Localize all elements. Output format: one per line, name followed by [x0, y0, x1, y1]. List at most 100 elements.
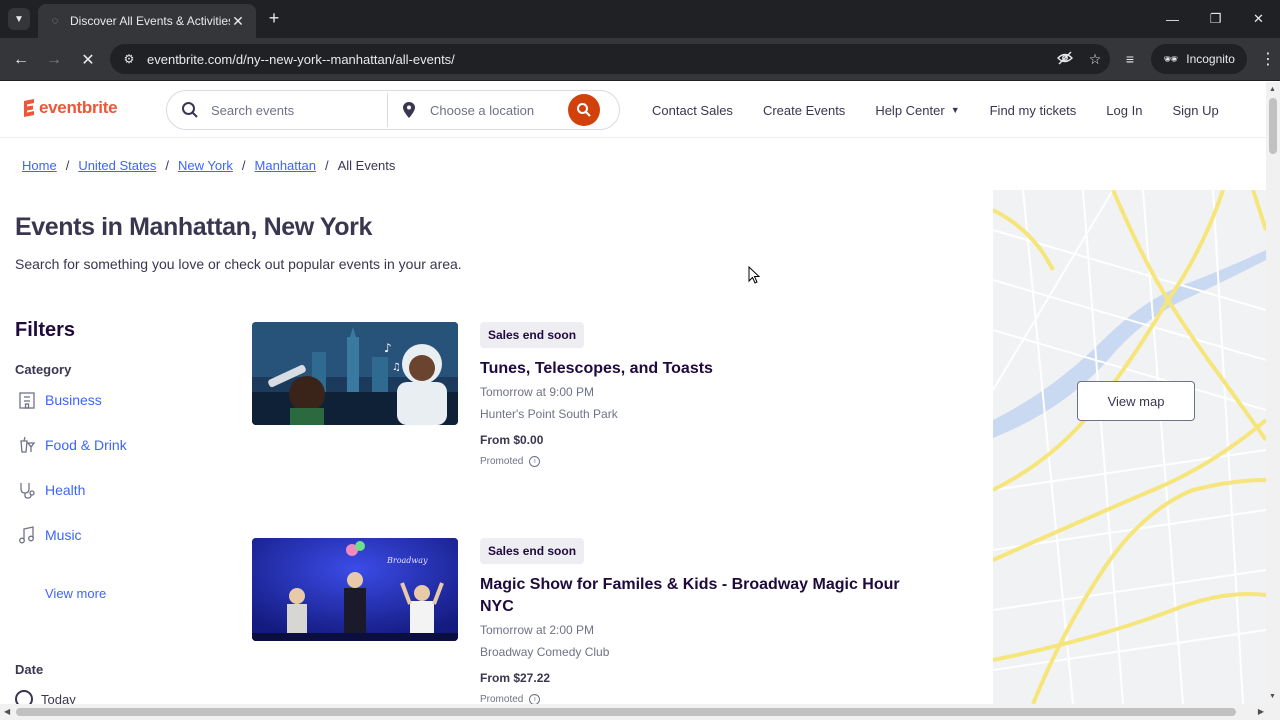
breadcrumb-new-york[interactable]: New York — [178, 158, 233, 173]
incognito-icon: 🕶 — [1163, 52, 1179, 66]
page-subtitle: Search for something you love or check o… — [15, 256, 462, 272]
browser-tab-bar: ▼ ◌ Discover All Events & Activities ✕ +… — [0, 0, 1280, 38]
log-in-link[interactable]: Log In — [1106, 103, 1142, 118]
svg-text:♪: ♪ — [384, 341, 392, 355]
scroll-down-icon[interactable]: ▼ — [1269, 693, 1276, 700]
category-health[interactable]: Health — [17, 480, 85, 500]
map-panel[interactable]: View map — [993, 190, 1266, 704]
breadcrumb-separator: / — [65, 158, 70, 173]
browser-menu-icon[interactable]: ⋮ — [1253, 49, 1280, 69]
page-horizontal-scrollbar[interactable]: ◀ ▶ — [0, 704, 1280, 720]
event-title[interactable]: Tunes, Telescopes, and Toasts — [480, 358, 920, 380]
tab-title: Discover All Events & Activities — [70, 14, 230, 28]
breadcrumb-separator: / — [165, 158, 169, 173]
breadcrumb-separator: / — [324, 158, 329, 173]
view-map-button[interactable]: View map — [1077, 381, 1195, 421]
scroll-up-icon[interactable]: ▲ — [1269, 86, 1276, 93]
info-icon[interactable]: i — [529, 456, 541, 467]
help-center-menu[interactable]: Help Center ▼ — [875, 103, 959, 118]
back-icon[interactable]: ← — [10, 49, 32, 71]
category-music[interactable]: Music — [17, 525, 82, 545]
food-drink-icon — [20, 436, 36, 453]
event-image-magic-show-photo: Broadway — [252, 538, 458, 641]
event-image-telescope-illustration: ♪ ♫ — [252, 322, 458, 425]
event-venue: Hunter's Point South Park — [480, 407, 618, 421]
sign-up-link[interactable]: Sign Up — [1172, 103, 1218, 118]
breadcrumb: Home / United States / New York / Manhat… — [22, 158, 395, 173]
new-tab-icon[interactable]: + — [264, 8, 284, 28]
scrollbar-thumb[interactable] — [1269, 98, 1277, 154]
category-business[interactable]: Business — [17, 390, 102, 410]
forward-icon[interactable]: → — [43, 49, 65, 71]
event-image[interactable]: Broadway — [252, 538, 458, 641]
promoted-label: Promoted i — [480, 456, 920, 467]
contact-sales-link[interactable]: Contact Sales — [652, 103, 733, 118]
event-price: From $27.22 — [480, 671, 551, 685]
view-more-categories-link[interactable]: View more — [45, 586, 106, 601]
sales-end-soon-badge: Sales end soon — [480, 322, 585, 348]
search-bar — [166, 90, 620, 130]
eventbrite-logo[interactable]: eventbrite — [22, 98, 118, 118]
location-input[interactable] — [430, 102, 564, 118]
breadcrumb-home[interactable]: Home — [22, 158, 57, 173]
search-icon — [182, 102, 198, 118]
map-background — [993, 190, 1266, 704]
create-events-link[interactable]: Create Events — [763, 103, 845, 118]
svg-text:♫: ♫ — [392, 362, 401, 373]
site-info-icon[interactable]: ⚙ — [120, 52, 138, 66]
tab-close-icon[interactable]: ✕ — [230, 13, 246, 30]
chevron-down-icon: ▼ — [950, 105, 960, 115]
breadcrumb-current: All Events — [337, 158, 396, 173]
tab-search-icon[interactable]: ▼ — [8, 8, 30, 30]
event-card[interactable]: ♪ ♫ Sales end soon Tunes, Telescopes, an… — [252, 322, 932, 512]
scroll-right-icon[interactable]: ▶ — [1258, 707, 1264, 716]
url-text[interactable]: eventbrite.com/d/ny--new-york--manhattan… — [147, 52, 1050, 67]
search-divider — [387, 93, 388, 127]
category-label-food-drink: Food & Drink — [45, 437, 127, 453]
category-label-health: Health — [45, 482, 86, 498]
browser-toolbar: ← → ✕ ⚙ eventbrite.com/d/ny--new-york--m… — [0, 38, 1280, 81]
incognito-label: Incognito — [1186, 52, 1235, 66]
media-playlist-icon[interactable]: ≡ — [1115, 51, 1145, 67]
breadcrumb-manhattan[interactable]: Manhattan — [255, 158, 316, 173]
stethoscope-icon — [20, 483, 35, 499]
window-controls: — ❐ ✕ — [1151, 0, 1280, 38]
event-date: Tomorrow at 9:00 PM — [480, 385, 595, 399]
event-card[interactable]: Broadway Sales end soon Magic Show for F… — [252, 538, 932, 728]
event-image[interactable]: ♪ ♫ — [252, 322, 458, 425]
svg-text:Broadway: Broadway — [386, 556, 428, 565]
help-center-label: Help Center — [875, 102, 945, 118]
event-venue: Broadway Comedy Club — [480, 645, 610, 659]
breadcrumb-united-states[interactable]: United States — [78, 158, 156, 173]
eventbrite-logo-icon — [24, 99, 34, 117]
category-label-business: Business — [45, 392, 102, 408]
search-submit-button[interactable] — [568, 94, 600, 126]
mouse-cursor-icon — [748, 266, 760, 284]
window-close-icon[interactable]: ✕ — [1237, 0, 1280, 38]
filters-title: Filters — [15, 319, 76, 341]
building-icon — [19, 392, 35, 409]
event-title[interactable]: Magic Show for Familes & Kids - Broadway… — [480, 574, 920, 618]
search-input[interactable] — [211, 102, 387, 118]
breadcrumb-separator: / — [241, 158, 246, 173]
page-title: Events in Manhattan, New York — [15, 213, 373, 241]
incognito-badge[interactable]: 🕶 Incognito — [1151, 44, 1247, 74]
header-nav: Contact Sales Create Events Help Center … — [652, 82, 1219, 138]
eye-off-icon[interactable] — [1050, 51, 1080, 68]
bookmark-star-icon[interactable]: ☆ — [1080, 51, 1110, 68]
address-bar[interactable]: ⚙ eventbrite.com/d/ny--new-york--manhatt… — [110, 44, 1110, 74]
site-header: eventbrite Contact Sales Create Events H… — [0, 82, 1266, 138]
stop-loading-icon[interactable]: ✕ — [77, 49, 99, 71]
sales-end-soon-badge: Sales end soon — [480, 538, 585, 564]
browser-tab[interactable]: ◌ Discover All Events & Activities ✕ — [38, 4, 256, 38]
scroll-left-icon[interactable]: ◀ — [4, 707, 10, 716]
location-pin-icon — [403, 102, 415, 118]
event-price: From $0.00 — [480, 433, 544, 447]
restore-icon[interactable]: ❐ — [1194, 0, 1237, 38]
category-food-drink[interactable]: Food & Drink — [17, 435, 127, 455]
minimize-icon[interactable]: — — [1151, 0, 1194, 38]
find-my-tickets-link[interactable]: Find my tickets — [990, 103, 1077, 118]
search-submit-icon — [577, 103, 591, 117]
page-vertical-scrollbar[interactable]: ▲ ▼ — [1266, 82, 1280, 704]
scrollbar-thumb[interactable] — [16, 708, 1236, 716]
